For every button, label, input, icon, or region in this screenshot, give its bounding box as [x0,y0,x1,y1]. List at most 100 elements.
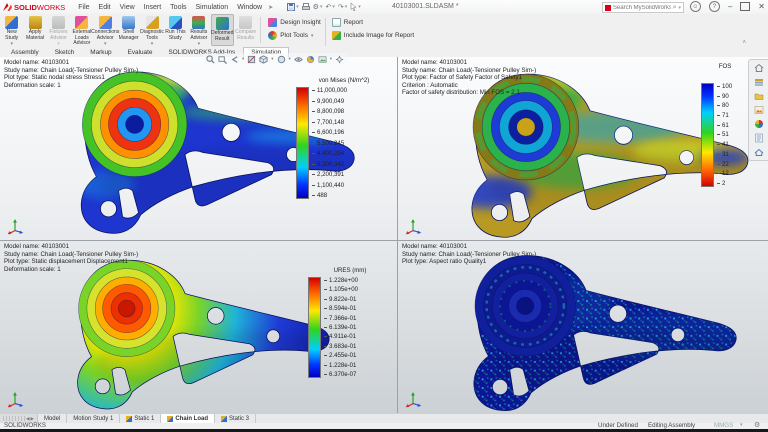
edit-appearance-icon[interactable] [306,55,315,64]
legend-value: 31 [722,151,729,158]
tab-assembly[interactable]: Assembly [3,47,47,57]
ribbon-button-deformed-result[interactable]: Deformed Result [211,14,234,46]
undo-button[interactable]: ↶▾ [325,3,334,11]
search-icon[interactable]: ⌕ [673,4,677,12]
viewport-displacement[interactable]: Model name: 40103001Study name: Chain Lo… [0,241,397,413]
select-button[interactable]: ▾ [350,3,361,11]
legend-value: 100 [722,83,732,90]
previous-view-icon[interactable] [230,55,239,64]
design-library-icon[interactable] [754,77,764,87]
view-orientation-icon[interactable] [259,55,268,64]
quick-access-toolbar: ▾ ⚙▾ ↶▾ ↷▾ ▾ [287,3,361,11]
viewport-von-mises[interactable]: Model name: 40103001Study name: Chain Lo… [0,57,397,240]
options-button[interactable]: ⚙▾ [313,3,323,11]
viewport-quality[interactable]: Model name: 40103001Study name: Chain Lo… [398,241,768,413]
include-image-for-report-icon [332,31,341,40]
tab-scroll-left-icon[interactable]: ◀ [26,416,29,422]
file-explorer-icon[interactable] [754,91,764,101]
zoom-area-icon[interactable] [218,55,227,64]
tab-evaluate[interactable]: Evaluate [120,47,161,57]
diagnostic-tools-icon [146,16,159,29]
dropdown-arrow-icon[interactable]: ▾ [242,56,244,62]
dropdown-arrow-icon[interactable]: ▾ [271,56,273,62]
connections-advisor-icon [99,16,112,29]
print-button[interactable] [302,3,310,11]
menu-edit[interactable]: Edit [99,4,111,11]
redo-button[interactable]: ↷▾ [338,3,347,11]
legend-value-row: 7,700,148 [312,119,347,126]
design-insight-icon [268,18,277,27]
status-tag-icon[interactable]: ⚙ [754,421,760,429]
dropdown-arrow-icon[interactable]: ▾ [311,34,314,39]
view-settings-icon[interactable] [335,55,344,64]
search-box[interactable]: ⌕ ▾ [602,2,684,13]
menu-tools[interactable]: Tools [170,4,186,11]
viewport-fos[interactable]: Model name: 40103001Study name: Chain Lo… [398,57,768,240]
tool-button-label: Include Image for Report [344,32,414,39]
status-units[interactable]: MMGS [714,422,733,429]
section-view-icon[interactable] [247,55,256,64]
restore-button[interactable] [740,2,750,11]
tab-splitter-grip[interactable] [3,416,25,421]
help-icon[interactable]: ? [709,1,720,12]
tool-button-plot-tools[interactable]: Plot Tools▾ [268,31,321,40]
appearances-icon[interactable] [754,119,764,129]
ribbon-button-run-this-study[interactable]: Run This Study [164,14,187,46]
search-dropdown-icon[interactable]: ▾ [678,5,681,11]
ribbon-tools-column: Design Insight Plot Tools▾ [268,18,321,46]
menu-insert[interactable]: Insert [144,4,162,11]
close-button[interactable]: ✕ [758,2,765,11]
user-icon[interactable]: ☺ [690,1,701,12]
ribbon-button-new-study[interactable]: New Study▾ [0,14,23,46]
study-tab-chain-load[interactable]: Chain Load [161,414,215,423]
legend-color-bar [296,87,309,199]
legend-value: 61 [722,122,729,129]
hide-show-items-icon[interactable] [294,55,303,64]
view-palette-icon[interactable] [754,105,764,115]
legend-value: 12 [722,170,729,177]
ribbon-button-shell-manager[interactable]: Shell Manager [117,14,140,46]
menu-view[interactable]: View [120,4,135,11]
legend-value-row: 11,000,000 [312,87,347,94]
ribbon-button-label: Apply Material [23,30,46,41]
solidworks-logo-icon [3,3,12,11]
ribbon-button-connections-advisor[interactable]: Connections Advisor▾ [94,14,117,46]
ribbon-button-external-loads-advisor[interactable]: External Loads Advisor▾ [70,14,93,46]
graphics-area[interactable]: Model name: 40103001Study name: Chain Lo… [0,57,768,413]
dropdown-arrow-icon[interactable]: ▾ [289,56,291,62]
menu-simulation[interactable]: Simulation [196,4,229,11]
viewport-splitter-horizontal[interactable] [0,240,768,241]
study-tab-static-1[interactable]: Static 1 [120,414,161,423]
search-input[interactable] [613,5,671,11]
home-icon[interactable] [754,63,764,73]
viewport-splitter-vertical[interactable] [397,57,398,413]
ribbon-button-results-advisor[interactable]: Results Advisor▾ [187,14,210,46]
menu-window[interactable]: Window [237,4,262,11]
menu-file[interactable]: File [78,4,89,11]
tab-markup[interactable]: Markup [82,47,119,57]
study-tab-static-3[interactable]: Static 3 [215,414,256,423]
custom-properties-icon[interactable] [754,133,764,143]
legend-tick [717,86,720,87]
result-model-bl[interactable] [34,251,340,413]
result-model-br[interactable] [428,246,748,413]
tab-scroll-right-icon[interactable]: ▶ [30,416,33,422]
legend-value-row: 90 [717,93,732,100]
study-tab-motion-study-1[interactable]: Motion Study 1 [67,414,120,423]
save-button[interactable]: ▾ [287,3,299,11]
ribbon-button-diagnostic-tools[interactable]: Diagnostic Tools▾ [140,14,163,46]
dropdown-arrow-icon[interactable]: ▾ [330,56,332,62]
zoom-fit-icon[interactable] [206,55,215,64]
ribbon-button-apply-material[interactable]: Apply Material [23,14,46,46]
tab-sketch[interactable]: Sketch [47,47,83,57]
minimize-button[interactable]: – [728,2,732,11]
apply-scene-icon[interactable] [318,55,327,64]
forum-icon[interactable] [754,147,764,157]
tool-button-report[interactable]: Report [332,18,414,27]
display-style-icon[interactable] [277,55,286,64]
units-dropdown-icon[interactable]: ▾ [740,422,743,428]
tool-button-include-image-for-report[interactable]: Include Image for Report [332,31,414,40]
legend-tick [312,143,315,144]
pin-icon[interactable]: ➤ [268,4,273,11]
tool-button-design-insight[interactable]: Design Insight [268,18,321,27]
